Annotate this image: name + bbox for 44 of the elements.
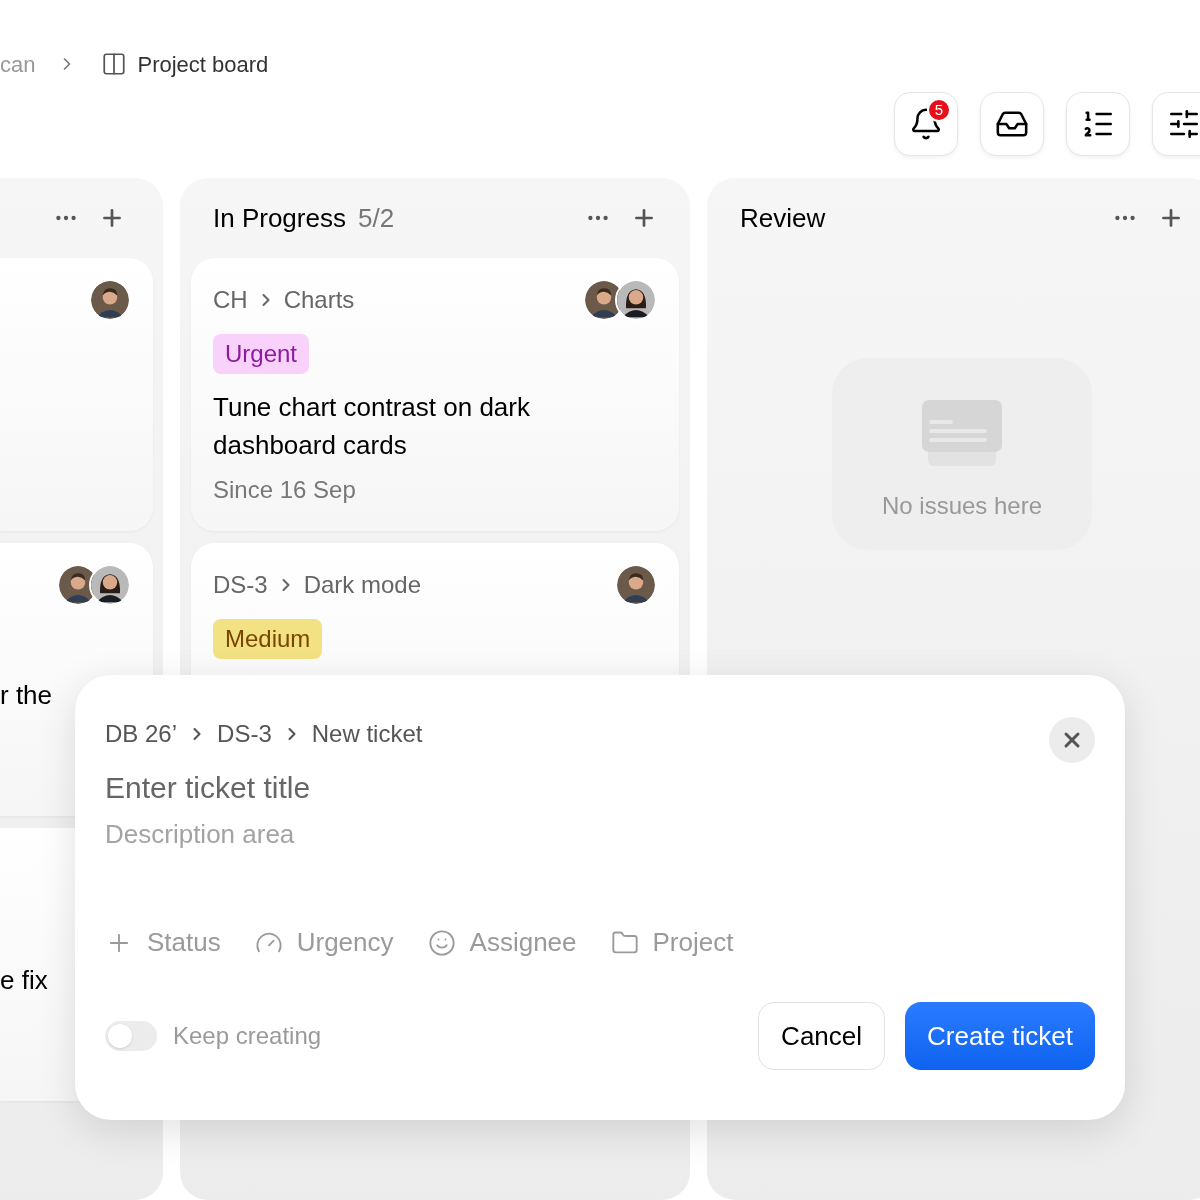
close-button[interactable] xyxy=(1049,717,1095,763)
keep-creating-label: Keep creating xyxy=(173,1021,322,1051)
column-title: In Progress xyxy=(213,201,346,235)
description-input[interactable]: Description area xyxy=(105,815,1095,915)
property-button[interactable]: Project xyxy=(610,923,734,962)
toolbar-button[interactable] xyxy=(1066,92,1130,156)
toolbar-button[interactable]: 5 xyxy=(894,92,958,156)
breadcrumb-item: DS-3 xyxy=(217,719,272,749)
project-key: DS-3 xyxy=(213,567,268,603)
avatar xyxy=(89,564,131,606)
avatar xyxy=(615,564,657,606)
issue-title: Tune chart contrast on dark dashboard cards xyxy=(213,391,531,462)
empty-message: No issues here xyxy=(881,491,1043,521)
column-title: Review xyxy=(740,201,826,235)
issue-card[interactable]: CH Charts Urgent Tune chart contrast on dark dashboard cards Since 16 Sep xyxy=(191,258,679,531)
avatar xyxy=(89,279,131,321)
breadcrumb-item: New ticket xyxy=(311,719,423,749)
property-button[interactable]: Assignee xyxy=(427,923,577,962)
toolbar-button[interactable] xyxy=(980,92,1044,156)
priority-tag: Medium xyxy=(213,619,323,659)
section-name: Charts xyxy=(283,285,355,315)
priority-tag: Urgent xyxy=(213,334,310,374)
property-button[interactable]: Urgency xyxy=(254,923,394,962)
breadcrumb-current: Project board xyxy=(137,50,269,79)
create-ticket-button[interactable]: Create ticket xyxy=(905,1002,1095,1070)
issue-title: r the xyxy=(0,679,54,712)
property-button[interactable]: Status xyxy=(105,923,221,962)
notification-bell-icon xyxy=(909,107,943,141)
keep-creating-toggle[interactable] xyxy=(105,1021,157,1051)
notification-badge: 5 xyxy=(927,98,951,122)
issue-title: e fix xyxy=(0,964,49,997)
column-count: 5/2 xyxy=(357,201,395,235)
section-name: Dark mode xyxy=(303,570,422,600)
avatar xyxy=(615,279,657,321)
since-date: Since 16 Sep xyxy=(213,475,357,505)
breadcrumb-link[interactable]: can xyxy=(0,47,36,81)
empty-inbox-icon xyxy=(922,400,1002,466)
filter-settings-icon xyxy=(1167,107,1200,141)
cancel-button[interactable]: Cancel xyxy=(758,1002,886,1070)
board-icon xyxy=(101,51,128,77)
assignee-icon xyxy=(427,928,456,957)
issue-card[interactable] xyxy=(0,258,153,531)
project-key: CH xyxy=(213,282,248,318)
toolbar-button[interactable] xyxy=(1152,92,1200,156)
